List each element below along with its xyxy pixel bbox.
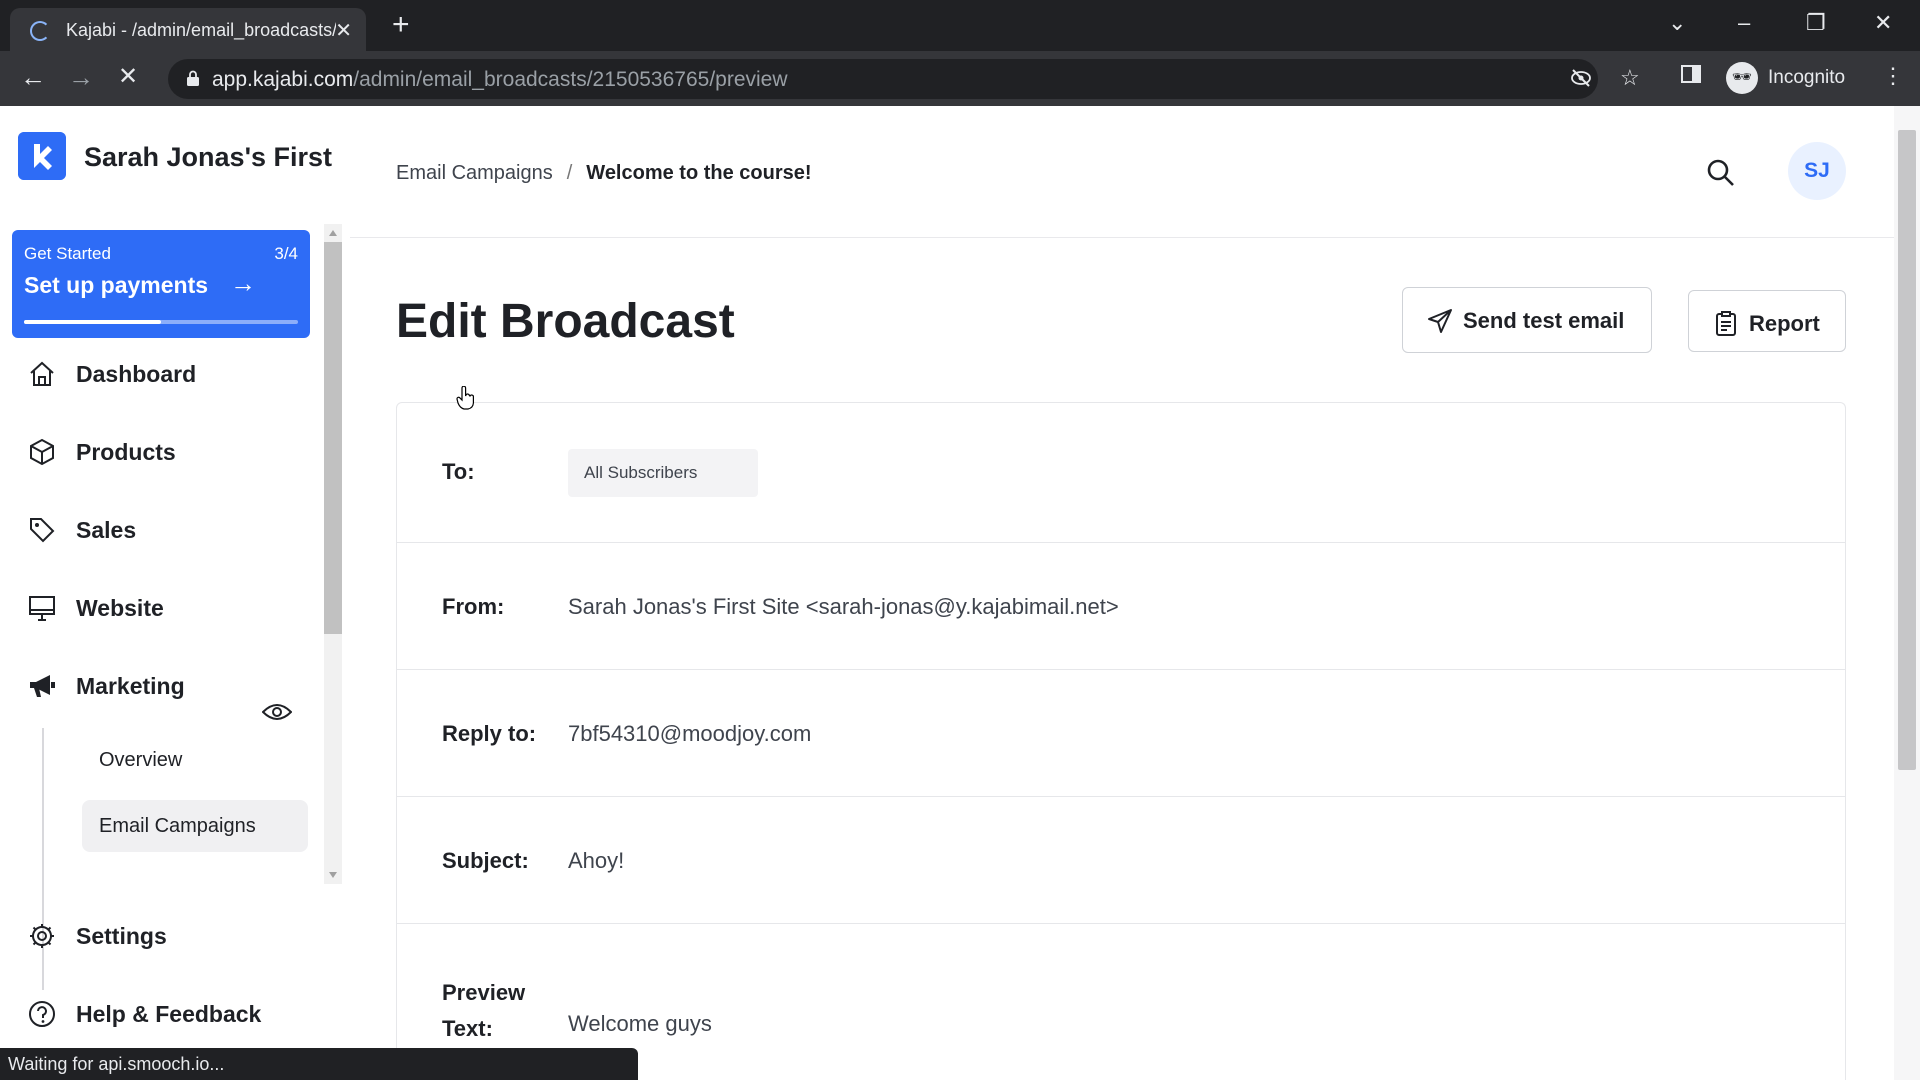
kajabi-logo-icon[interactable] <box>18 132 66 180</box>
get-started-count: 3/4 <box>274 244 298 263</box>
breadcrumb: Email Campaigns / Welcome to the course! <box>396 162 812 185</box>
loading-spinner-icon <box>30 21 50 41</box>
tracking-protection-eye-off-icon[interactable] <box>1570 67 1592 95</box>
incognito-icon: 🕶 <box>1726 62 1758 94</box>
page-scrollbar-thumb[interactable] <box>1898 130 1916 770</box>
address-bar[interactable]: app.kajabi.com/admin/email_broadcasts/21… <box>168 59 1640 99</box>
sidebar-subitem-label: Overview <box>99 749 183 771</box>
new-tab-icon[interactable]: + <box>392 10 410 40</box>
monitor-icon <box>29 596 55 621</box>
minimize-icon[interactable]: – <box>1738 10 1750 36</box>
reply-to-value: 7bf54310@moodjoy.com <box>568 721 812 746</box>
incognito-profile[interactable]: 🕶 Incognito <box>1722 57 1870 99</box>
sidebar-item-sales[interactable]: Sales <box>28 510 308 550</box>
sidebar-item-label: Dashboard <box>76 361 197 387</box>
reply-to-label: Reply to: <box>442 721 537 746</box>
from-value: Sarah Jonas's First Site <sarah-jonas@y.… <box>568 594 1119 619</box>
sidebar-item-dashboard[interactable]: Dashboard <box>28 354 308 394</box>
get-started-card[interactable]: Get Started 3/4 Set up payments → <box>12 230 310 338</box>
sidebar-item-label: Help & Feedback <box>76 1001 262 1027</box>
page-header: Email Campaigns / Welcome to the course! S… <box>350 106 1894 238</box>
home-icon <box>30 361 54 386</box>
preview-text-value: Welcome guys <box>568 1011 712 1036</box>
back-icon[interactable]: ← <box>20 63 46 91</box>
avatar[interactable]: SJ <box>1788 142 1846 200</box>
get-started-title: Set up payments <box>24 272 209 298</box>
sidebar-item-marketing[interactable]: Marketing <box>28 666 308 706</box>
get-started-label: Get Started <box>24 244 111 263</box>
browser-tab[interactable]: Kajabi - /admin/email_broadcasts/ ✕ <box>10 8 366 51</box>
from-row: From: Sarah Jonas's First Site <sarah-jo… <box>397 543 1845 670</box>
sidebar: Sarah Jonas's First Get Started 3/4 Set … <box>0 106 348 1080</box>
page-title: Edit Broadcast <box>396 295 735 348</box>
sidebar-item-label: Marketing <box>76 673 185 699</box>
restore-icon[interactable]: ❐ <box>1806 10 1826 36</box>
send-test-email-label: Send test email <box>1463 308 1625 333</box>
browser-menu-icon[interactable]: ⋮ <box>1882 63 1904 89</box>
sidebar-item-label: Website <box>76 595 164 621</box>
browser-status-bar: Waiting for api.smooch.io... <box>0 1048 638 1080</box>
forward-icon[interactable]: → <box>68 63 94 91</box>
preview-text-label: Preview Text: <box>442 980 526 1041</box>
breadcrumb-separator: / <box>566 162 573 184</box>
get-started-progress <box>24 320 298 324</box>
incognito-label: Incognito <box>1768 67 1846 88</box>
broadcast-details-card: To: All Subscribers From: Sarah Jonas's … <box>396 402 1846 1080</box>
site-name[interactable]: Sarah Jonas's First <box>84 142 332 173</box>
sidebar-item-label: Settings <box>76 923 167 949</box>
search-icon[interactable] <box>1706 158 1736 188</box>
tab-title: Kajabi - /admin/email_broadcasts/ <box>66 20 336 40</box>
megaphone-icon <box>30 675 55 697</box>
from-label: From: <box>442 594 505 619</box>
report-label: Report <box>1749 311 1820 336</box>
send-icon <box>1428 309 1452 333</box>
report-button[interactable]: Report <box>1688 290 1846 352</box>
browser-toolbar: ← → ✕ app.kajabi.com/admin/email_broadca… <box>0 51 1920 106</box>
lock-icon <box>187 70 199 86</box>
sidebar-subitem-overview[interactable]: Overview <box>82 734 308 786</box>
sidebar-item-label: Sales <box>76 517 137 543</box>
subject-row: Subject: Ahoy! <box>397 797 1845 924</box>
bookmark-star-icon[interactable]: ☆ <box>1620 65 1640 91</box>
browser-tab-bar: Kajabi - /admin/email_broadcasts/ ✕ + ⌄ … <box>0 0 1920 51</box>
arrow-right-icon: → <box>230 268 256 298</box>
send-test-email-button[interactable]: Send test email <box>1402 287 1652 353</box>
sidebar-scrollbar-thumb[interactable] <box>324 242 342 634</box>
get-started-progress-fill <box>24 320 161 324</box>
box-icon <box>30 438 54 466</box>
stop-loading-icon[interactable]: ✕ <box>118 63 138 91</box>
sidebar-subitem-label: Email Campaigns <box>99 815 256 837</box>
recipients-select[interactable]: All Subscribers <box>568 449 758 497</box>
hand-cursor-icon <box>456 386 474 410</box>
sidebar-item-website[interactable]: Website <box>28 588 308 628</box>
breadcrumb-current: Welcome to the course! <box>586 162 812 184</box>
subject-label: Subject: <box>442 848 529 873</box>
report-icon <box>1716 311 1736 336</box>
sidebar-item-help-feedback[interactable]: Help & Feedback <box>28 994 308 1034</box>
close-tab-icon[interactable]: ✕ <box>335 18 352 43</box>
side-panel-icon[interactable] <box>1680 63 1702 91</box>
reply-to-row: Reply to: 7bf54310@moodjoy.com <box>397 670 1845 797</box>
to-row: To: All Subscribers <box>397 403 1845 543</box>
sidebar-item-settings[interactable]: Settings <box>28 916 308 956</box>
tab-search-chevron-icon[interactable]: ⌄ <box>1668 10 1686 36</box>
sidebar-subitem-email-campaigns[interactable]: Email Campaigns <box>82 800 308 852</box>
subject-value: Ahoy! <box>568 848 625 873</box>
breadcrumb-email-campaigns-link[interactable]: Email Campaigns <box>396 162 553 184</box>
sidebar-item-label: Products <box>76 439 176 465</box>
close-window-icon[interactable]: ✕ <box>1874 10 1892 36</box>
gear-icon <box>30 924 54 948</box>
help-icon <box>29 1001 55 1027</box>
tag-icon <box>30 518 55 543</box>
sidebar-item-products[interactable]: Products <box>28 432 308 472</box>
to-label: To: <box>442 459 475 484</box>
url-text: app.kajabi.com/admin/email_broadcasts/21… <box>212 68 788 91</box>
